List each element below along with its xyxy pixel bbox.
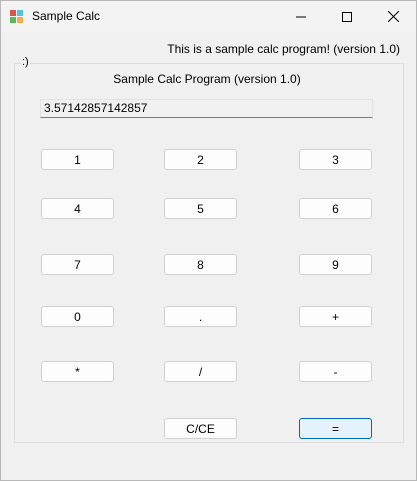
add-button[interactable]: + xyxy=(299,306,372,327)
program-label: Sample Calc Program (version 1.0) xyxy=(113,72,301,86)
subtract-button[interactable]: - xyxy=(299,361,372,382)
maximize-icon xyxy=(342,11,352,22)
calc-groupbox xyxy=(14,63,404,443)
digit-4-button[interactable]: 4 xyxy=(41,198,114,219)
equals-button[interactable]: = xyxy=(299,418,372,439)
close-button[interactable] xyxy=(370,1,416,32)
digit-2-button[interactable]: 2 xyxy=(164,149,237,170)
groupbox-label: :) xyxy=(21,56,30,68)
decimal-point-button[interactable]: . xyxy=(164,306,237,327)
result-display[interactable]: 3.57142857142857 xyxy=(40,99,373,118)
multiply-button[interactable]: * xyxy=(41,361,114,382)
calc-window: Sample Calc This is a sample calc progra… xyxy=(0,0,417,481)
digit-3-button[interactable]: 3 xyxy=(299,149,372,170)
window-title: Sample Calc xyxy=(32,9,101,23)
title-bar[interactable]: Sample Calc xyxy=(1,1,416,32)
close-icon xyxy=(387,11,399,22)
app-icon xyxy=(10,10,23,23)
digit-8-button[interactable]: 8 xyxy=(164,254,237,275)
divide-button[interactable]: / xyxy=(164,361,237,382)
maximize-button[interactable] xyxy=(324,1,370,32)
digit-1-button[interactable]: 1 xyxy=(41,149,114,170)
clear-button[interactable]: C/CE xyxy=(164,418,237,439)
digit-9-button[interactable]: 9 xyxy=(299,254,372,275)
digit-7-button[interactable]: 7 xyxy=(41,254,114,275)
digit-5-button[interactable]: 5 xyxy=(164,198,237,219)
digit-0-button[interactable]: 0 xyxy=(41,306,114,327)
minimize-icon xyxy=(296,16,306,17)
header-label: This is a sample calc program! (version … xyxy=(167,42,400,56)
digit-6-button[interactable]: 6 xyxy=(299,198,372,219)
minimize-button[interactable] xyxy=(278,1,324,32)
